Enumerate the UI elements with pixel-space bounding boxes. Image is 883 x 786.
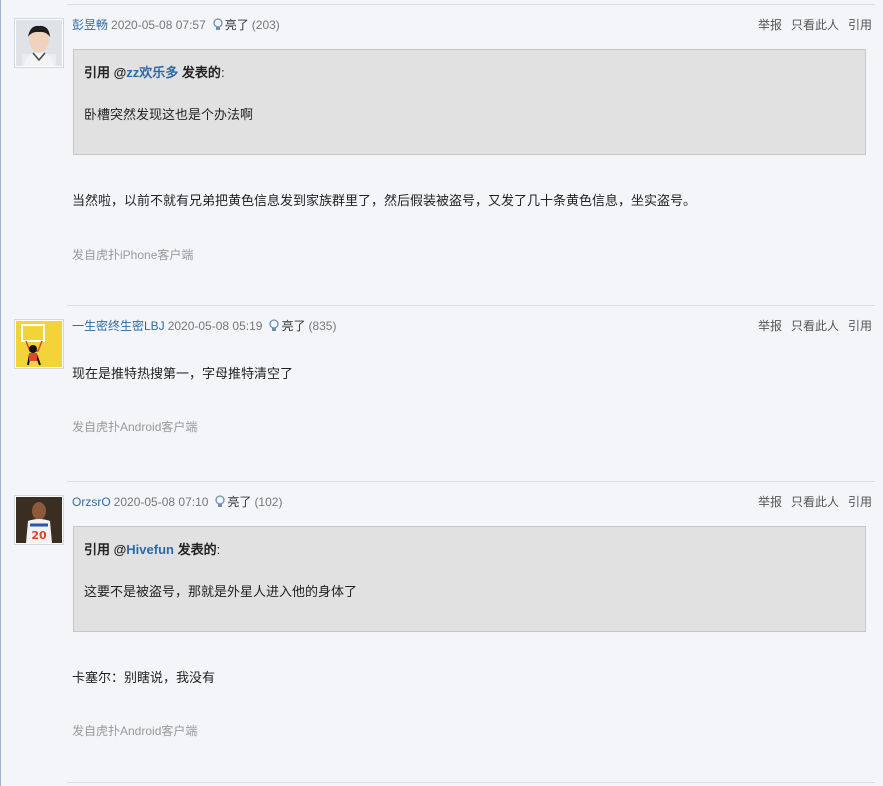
avatar[interactable] [14,319,64,369]
only-this-user-link[interactable]: 只看此人 [791,319,839,333]
username-link[interactable]: OrzsrO [72,495,111,509]
quote-link[interactable]: 引用 [848,18,872,32]
quoted-user-link[interactable]: zz欢乐多 [126,65,178,80]
post-actions: 举报 只看此人 引用 [749,17,872,33]
quote-header: 引用 @zz欢乐多 发表的: [84,65,225,80]
report-link[interactable]: 举报 [758,319,782,333]
divider [67,4,875,5]
divider [67,305,875,306]
post-time: 2020-05-08 07:10 [113,495,209,509]
quote-block: 引用 @zz欢乐多 发表的: 卧槽突然发现这也是个办法啊 [73,49,866,155]
divider [67,782,875,783]
liang-count: (203) [251,18,280,32]
quote-link[interactable]: 引用 [848,495,872,509]
liang-label[interactable]: 亮了 [225,18,249,32]
post-source: 发自虎扑iPhone客户端 [72,248,194,262]
avatar[interactable] [14,18,64,68]
quote-block: 引用 @Hivefun 发表的: 这要不是被盗号，那就是外星人进入他的身体了 [73,526,866,632]
post-source: 发自虎扑Android客户端 [72,724,198,738]
post-meta: 彭昱畅 2020-05-08 07:57 亮了 (203) [72,17,280,33]
left-border [0,0,1,786]
username-link[interactable]: 一生密终生密LBJ [72,319,165,333]
quote-link[interactable]: 引用 [848,319,872,333]
only-this-user-link[interactable]: 只看此人 [791,18,839,32]
only-this-user-link[interactable]: 只看此人 [791,495,839,509]
quoted-user-link[interactable]: Hivefun [126,542,174,557]
username-link[interactable]: 彭昱畅 [72,18,108,32]
liang-count: (102) [254,495,283,509]
post-meta: 一生密终生密LBJ 2020-05-08 05:19 亮了 (835) [72,318,336,334]
post-actions: 举报 只看此人 引用 [749,318,872,334]
post-content: 卡塞尔：别瞎说，我没有 [72,670,216,685]
svg-text:20: 20 [31,529,47,542]
liang-count: (835) [308,319,337,333]
quote-header: 引用 @Hivefun 发表的: [84,542,221,557]
post-time: 2020-05-08 05:19 [167,319,263,333]
report-link[interactable]: 举报 [758,495,782,509]
avatar[interactable]: 20 [14,495,64,545]
lightbulb-icon[interactable] [214,495,226,508]
quote-text: 这要不是被盗号，那就是外星人进入他的身体了 [84,584,358,599]
quote-text: 卧槽突然发现这也是个办法啊 [84,107,254,122]
lightbulb-icon[interactable] [268,319,280,332]
post-content: 当然啦，以前不就有兄弟把黄色信息发到家族群里了，然后假装被盗号，又发了几十条黄色… [72,193,697,208]
divider [67,481,875,482]
post-actions: 举报 只看此人 引用 [749,494,872,510]
post-content: 现在是推特热搜第一，字母推特清空了 [72,366,294,381]
post-time: 2020-05-08 07:57 [111,18,206,32]
post-meta: OrzsrO 2020-05-08 07:10 亮了 (102) [72,494,282,510]
lightbulb-icon[interactable] [212,18,224,31]
liang-label[interactable]: 亮了 [227,495,251,509]
report-link[interactable]: 举报 [758,18,782,32]
liang-label[interactable]: 亮了 [281,319,305,333]
post-source: 发自虎扑Android客户端 [72,420,198,434]
